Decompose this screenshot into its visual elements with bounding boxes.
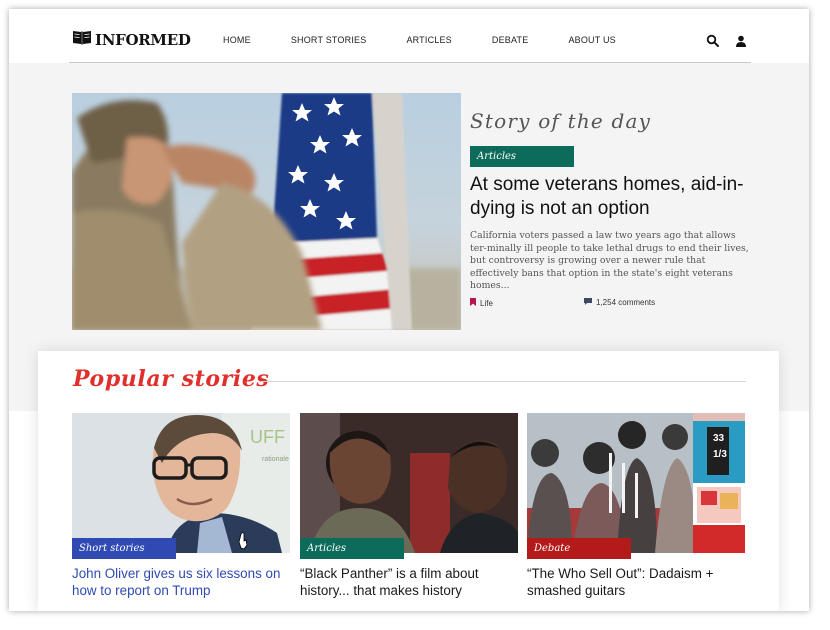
svg-text:1/3: 1/3 [713,449,727,460]
svg-text:UFF: UFF [250,427,285,447]
category-label: Life [480,298,493,308]
story-of-day-title[interactable]: At some veterans homes, aid-in-dying is … [470,173,770,221]
story-of-day-heading: Story of the day [470,109,652,133]
main-nav: HOME SHORT STORIES ARTICLES DEBATE ABOUT… [223,35,616,45]
nav-short-stories[interactable]: SHORT STORIES [291,35,367,45]
user-icon[interactable] [734,34,748,48]
story-thumb-black-panther[interactable] [300,413,518,553]
popular-stories-heading: Popular stories [73,366,270,392]
book-icon [72,29,92,50]
comment-icon [584,298,592,307]
nav-debate[interactable]: DEBATE [492,35,529,45]
browser-page: INFORMED HOME SHORT STORIES ARTICLES DEB… [9,9,809,611]
svg-text:33: 33 [713,433,725,444]
nav-about-us[interactable]: ABOUT US [568,35,615,45]
search-icon[interactable] [706,34,720,48]
story-title-john-oliver[interactable]: John Oliver gives us six lessons on how … [72,566,292,599]
story-title-black-panther[interactable]: “Black Panther” is a film about history.… [300,566,520,599]
story-of-day-image[interactable] [72,93,461,330]
category-tag-articles-2[interactable]: Articles [300,538,404,559]
header-divider [69,62,751,63]
bookmark-icon [470,298,476,308]
site-header: INFORMED HOME SHORT STORIES ARTICLES DEB… [9,9,809,63]
story-of-day-excerpt: California voters passed a law two years… [470,230,749,292]
comments-meta[interactable]: 1,254 comments [584,298,655,307]
svg-text:rationale: rationale [262,456,289,463]
popular-divider [261,381,746,382]
comments-count: 1,254 comments [596,298,656,307]
nav-home[interactable]: HOME [223,35,251,45]
story-thumb-the-who[interactable]: 33 1/3 [527,413,745,553]
story-thumb-john-oliver[interactable]: UFF rationale [72,413,290,553]
category-tag-debate[interactable]: Debate [527,538,631,559]
site-logo[interactable]: INFORMED [72,29,191,50]
category-tag-short-stories[interactable]: Short stories [72,538,176,559]
category-tag-articles[interactable]: Articles [470,146,574,167]
nav-articles[interactable]: ARTICLES [406,35,451,45]
category-meta[interactable]: Life [470,298,493,308]
logo-text: INFORMED [95,30,191,49]
story-title-the-who[interactable]: “The Who Sell Out”: Dadaism + smashed gu… [527,566,747,599]
